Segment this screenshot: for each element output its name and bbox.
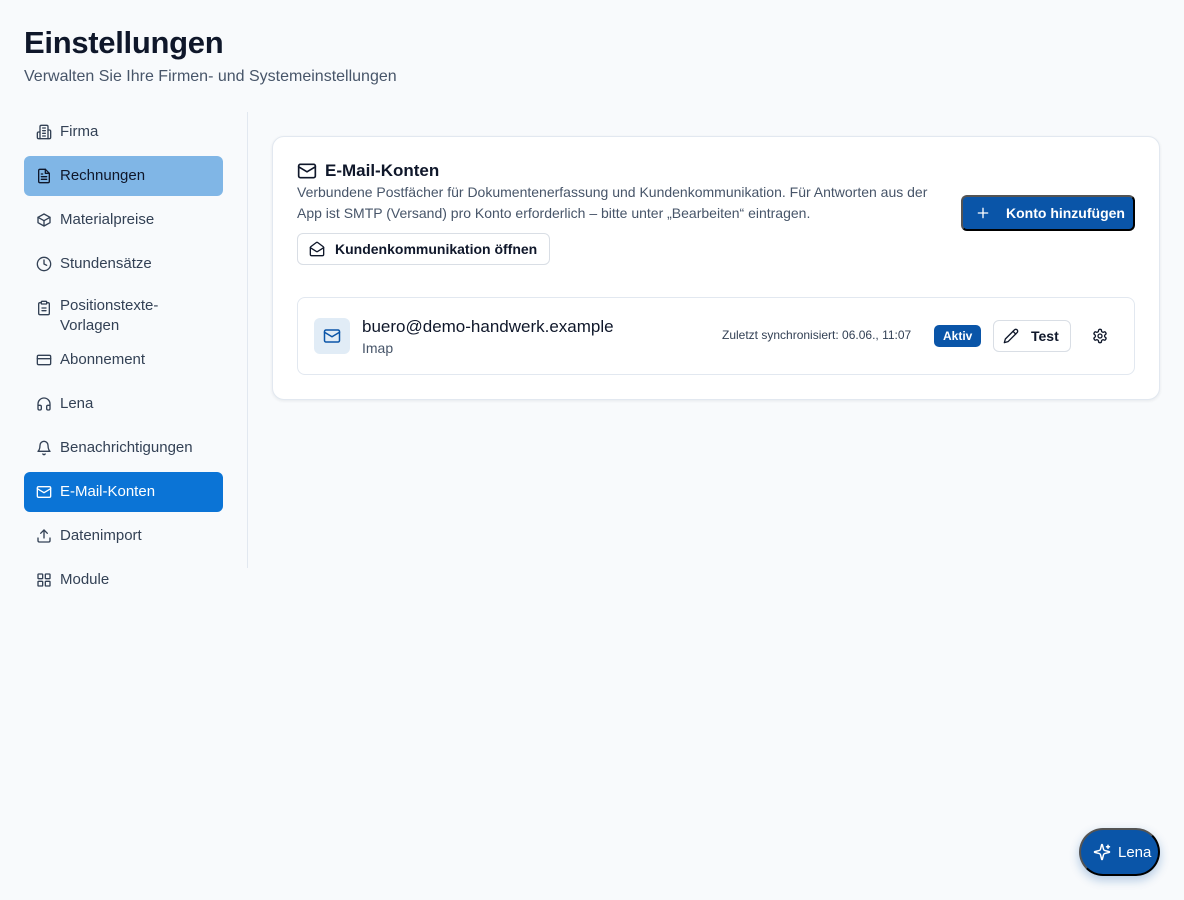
sidebar-item-label: E-Mail-Konten	[60, 483, 156, 500]
pencil-icon	[1003, 328, 1019, 344]
gear-icon	[1093, 328, 1107, 344]
account-email: buero@demo-handwerk.example	[362, 317, 614, 336]
settings-sidebar: Firma Rechnungen Materialpreise Stundens…	[24, 112, 248, 588]
grid-icon	[36, 570, 52, 590]
lena-assistant-button[interactable]: Lena	[1079, 828, 1160, 876]
test-account-label: Test	[1031, 328, 1059, 344]
open-customer-communication-button[interactable]: Kundenkommunikation öffnen	[297, 233, 551, 265]
sidebar-item-label: Benachrichtigungen	[60, 439, 193, 456]
add-account-label: Konto hinzufügen	[1006, 205, 1125, 221]
sidebar-item-materialpreise[interactable]: Materialpreise	[24, 200, 223, 240]
mail-open-icon	[309, 241, 325, 257]
account-mail-icon-box	[314, 318, 350, 354]
sidebar-item-lena[interactable]: Lena	[24, 384, 223, 424]
sidebar-item-rechnungen[interactable]: Rechnungen	[24, 156, 223, 196]
card-header: E-Mail-Konten	[297, 161, 439, 181]
status-badge: Aktiv	[934, 325, 982, 347]
credit-card-icon	[36, 350, 52, 370]
mail-icon	[323, 329, 341, 343]
sidebar-item-label: Rechnungen	[60, 167, 146, 184]
sidebar-item-benachrichtigungen[interactable]: Benachrichtigungen	[24, 428, 223, 468]
sidebar-item-label: Module	[60, 571, 110, 588]
sidebar-item-label: Abonnement	[60, 351, 146, 368]
mail-icon	[36, 482, 52, 502]
headphones-icon	[36, 394, 52, 414]
sidebar-item-email-konten[interactable]: E-Mail-Konten	[24, 472, 223, 512]
sidebar-item-label: Datenimport	[60, 527, 142, 544]
sidebar-item-firma[interactable]: Firma	[24, 112, 223, 152]
clock-icon	[36, 254, 52, 274]
settings-page: Einstellungen Verwalten Sie Ihre Firmen-…	[0, 0, 1184, 900]
sidebar-item-label: Lena	[60, 395, 94, 412]
bell-icon	[36, 438, 52, 458]
email-account-row: buero@demo-handwerk.example Imap Zuletzt…	[297, 297, 1135, 375]
page-subtitle: Verwalten Sie Ihre Firmen- und Systemein…	[24, 68, 397, 85]
test-account-button[interactable]: Test	[993, 320, 1071, 352]
page-header: Einstellungen Verwalten Sie Ihre Firmen-…	[24, 24, 397, 86]
email-accounts-card: E-Mail-Konten Verbundene Postfächer für …	[272, 136, 1160, 400]
package-icon	[36, 210, 52, 230]
sidebar-item-label: Positionstexte-Vorlagen	[60, 297, 159, 334]
sidebar-item-stundensaetze[interactable]: Stundensätze	[24, 244, 223, 284]
clipboard-icon	[36, 298, 52, 318]
sidebar-item-label: Stundensätze	[60, 255, 152, 272]
lena-assistant-label: Lena	[1118, 843, 1152, 861]
sidebar-item-positionstexte-vorlagen[interactable]: Positionstexte-Vorlagen	[24, 288, 223, 336]
building-icon	[36, 122, 52, 142]
card-title: E-Mail-Konten	[325, 161, 440, 180]
card-description: Verbundene Postfächer für Dokumentenerfa…	[297, 184, 928, 221]
page-title: Einstellungen	[24, 25, 224, 60]
account-settings-button[interactable]	[1084, 320, 1116, 352]
sidebar-item-datenimport[interactable]: Datenimport	[24, 516, 223, 556]
mail-icon	[297, 163, 317, 179]
plus-icon	[977, 207, 989, 219]
open-customer-communication-label: Kundenkommunikation öffnen	[335, 241, 538, 257]
sidebar-item-module[interactable]: Module	[24, 560, 223, 600]
account-last-sync: Zuletzt synchronisiert: 06.06., 11:07	[722, 328, 912, 342]
file-text-icon	[36, 166, 52, 186]
sparkles-icon	[1093, 843, 1111, 861]
sidebar-item-label: Materialpreise	[60, 211, 155, 228]
upload-icon	[36, 526, 52, 546]
sidebar-item-label: Firma	[60, 123, 99, 140]
account-type: Imap	[362, 340, 394, 356]
sidebar-item-abonnement[interactable]: Abonnement	[24, 340, 223, 380]
add-account-button[interactable]: Konto hinzufügen	[961, 195, 1135, 231]
